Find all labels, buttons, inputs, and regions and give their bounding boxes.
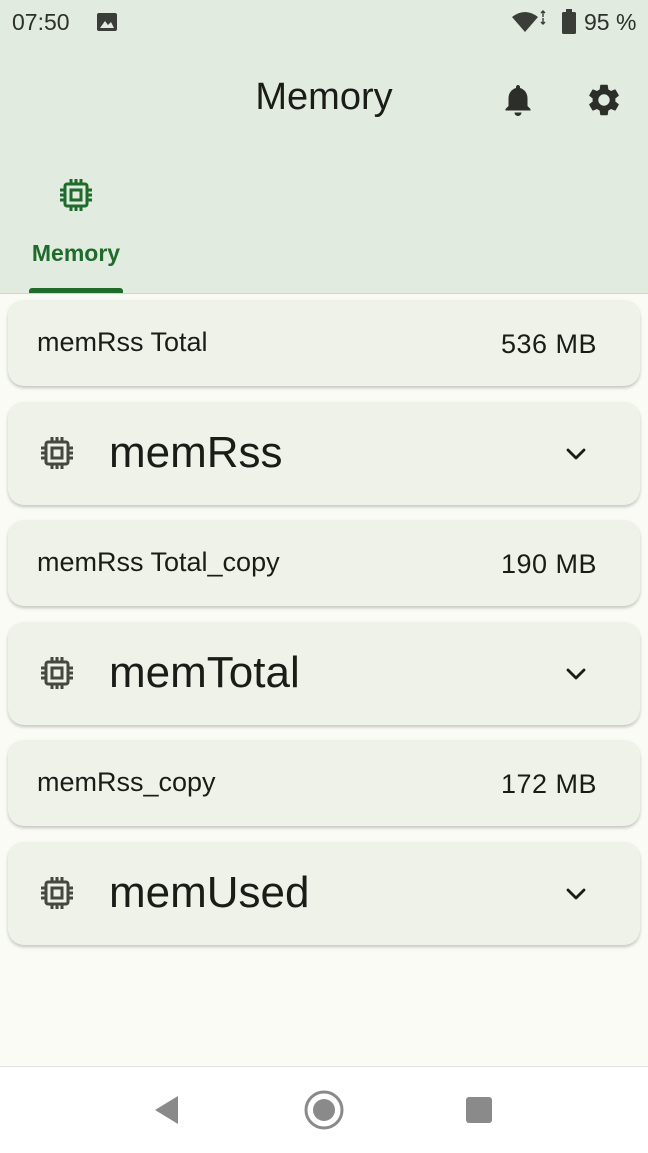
- chip-icon: [41, 437, 73, 469]
- image-icon: [97, 13, 117, 31]
- tab-label: Memory: [31, 240, 121, 266]
- tab-indicator: [29, 288, 123, 293]
- wifi-icon: [512, 10, 546, 32]
- group-card-memrss[interactable]: memRss: [8, 402, 640, 505]
- back-icon[interactable]: [150, 1093, 184, 1127]
- group-title: memTotal: [109, 648, 300, 697]
- summary-value: 190 MB: [500, 549, 597, 579]
- summary-label: memRss_copy: [37, 767, 216, 797]
- battery-icon: [562, 9, 576, 34]
- group-card-memtotal[interactable]: memTotal: [8, 622, 640, 725]
- chip-icon: [60, 179, 92, 211]
- battery-percentage: 95 %: [584, 9, 637, 35]
- tab-memory[interactable]: Memory: [22, 156, 130, 293]
- notifications-button[interactable]: [494, 76, 542, 124]
- group-title: memRss: [109, 428, 283, 477]
- summary-card-memrss-copy: memRss_copy 172 MB: [8, 740, 640, 826]
- bell-icon: [505, 85, 531, 116]
- summary-value: 172 MB: [500, 769, 597, 799]
- gear-icon: [589, 84, 619, 116]
- home-icon[interactable]: [303, 1089, 345, 1131]
- summary-label: memRss Total: [37, 327, 208, 357]
- group-title: memUsed: [109, 868, 310, 917]
- summary-value: 536 MB: [500, 329, 597, 359]
- chevron-down-icon[interactable]: [562, 880, 590, 908]
- group-card-memused[interactable]: memUsed: [8, 842, 640, 945]
- chip-icon: [41, 877, 73, 909]
- app-bar: Memory: [0, 46, 648, 156]
- chevron-down-icon[interactable]: [562, 660, 590, 688]
- memory-list: memRss Total 536 MB memRss memRss Total_…: [0, 294, 648, 1064]
- page-title: Memory: [255, 76, 393, 118]
- summary-card-memrss-total: memRss Total 536 MB: [8, 300, 640, 386]
- tab-bar: Memory: [0, 156, 648, 294]
- status-time: 07:50: [12, 9, 70, 35]
- summary-label: memRss Total_copy: [37, 547, 280, 577]
- recents-icon[interactable]: [464, 1095, 494, 1125]
- system-nav-bar: [0, 1066, 648, 1153]
- status-bar: 07:50 95 %: [0, 0, 648, 46]
- chevron-down-icon[interactable]: [562, 440, 590, 468]
- summary-card-memrss-total-copy: memRss Total_copy 190 MB: [8, 520, 640, 606]
- chip-icon: [41, 657, 73, 689]
- settings-button[interactable]: [580, 76, 628, 124]
